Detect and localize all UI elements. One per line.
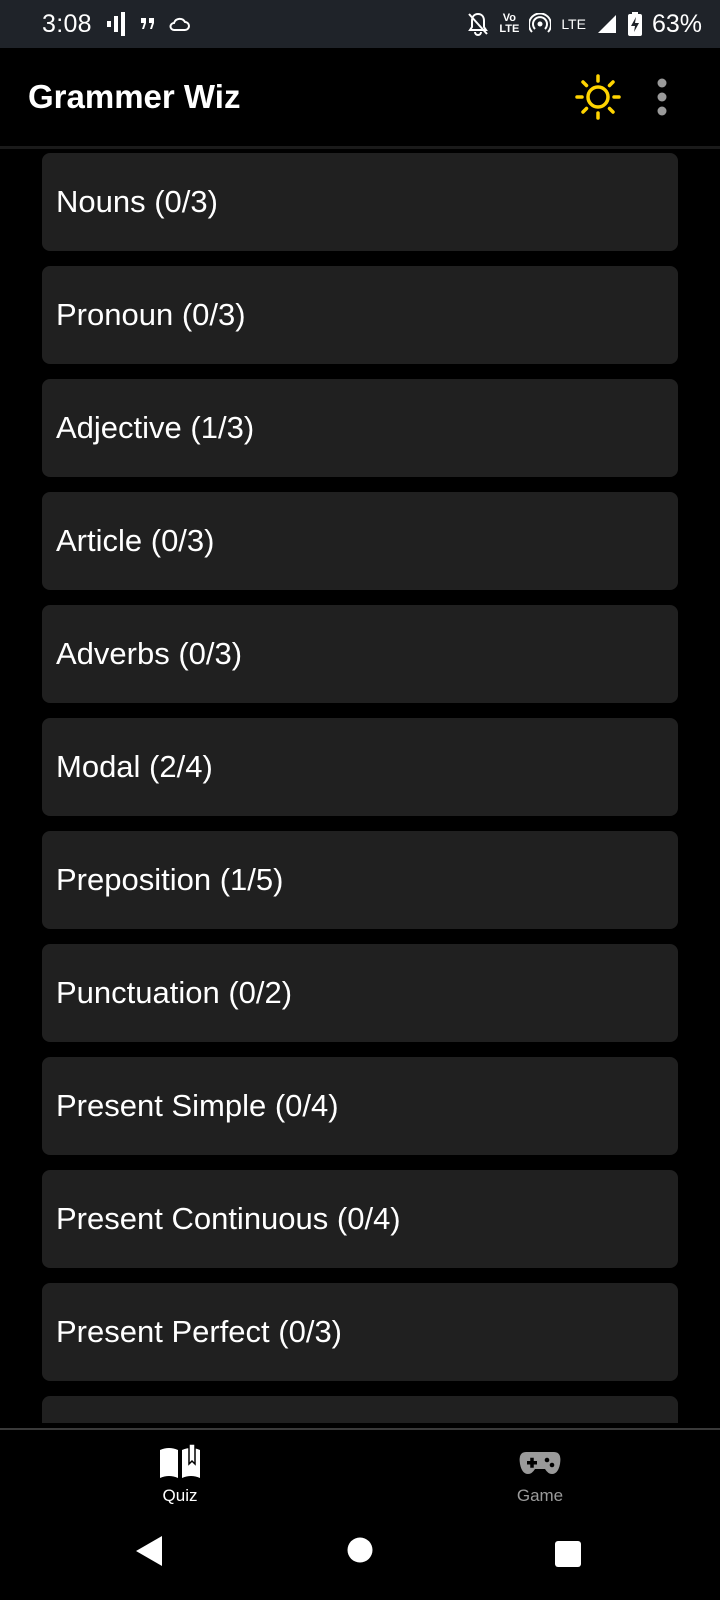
notifications-off-icon [468, 12, 489, 36]
topic-label: Pronoun (0/3) [56, 297, 246, 332]
topic-label: Modal (2/4) [56, 749, 213, 784]
bottom-navigation: Quiz Game [0, 1428, 720, 1512]
status-system-icons: Vo LTE LTE 63% [467, 10, 702, 39]
system-recents-button[interactable] [554, 1540, 582, 1573]
screen: 3:08 Vo LTE LTE 63% Grammer Wiz Nouns (0… [0, 0, 720, 1600]
status-time: 3:08 [42, 9, 92, 38]
topic-label: Present Continuous (0/4) [56, 1201, 401, 1236]
system-navigation-bar [0, 1512, 720, 1600]
topic-item[interactable]: Article (0/3) [42, 492, 678, 590]
topic-label: Adverbs (0/3) [56, 636, 243, 671]
hotspot-icon [529, 13, 552, 33]
topic-item[interactable] [42, 1396, 678, 1423]
system-back-button[interactable] [134, 1534, 164, 1573]
topic-label: Present Simple (0/4) [56, 1088, 339, 1123]
tab-game-label: Game [516, 1486, 564, 1505]
topic-label: Article (0/3) [56, 523, 215, 558]
cloud-icon [169, 17, 190, 31]
topic-item[interactable]: Adjective (1/3) [42, 379, 678, 477]
topic-item[interactable]: Present Simple (0/4) [42, 1057, 678, 1155]
app-title: Grammer Wiz [28, 78, 241, 115]
signal-stats-icon [106, 12, 125, 36]
topic-item[interactable]: Preposition (1/5) [42, 831, 678, 929]
tab-game[interactable]: Game [450, 1430, 630, 1514]
status-bar: 3:08 Vo LTE LTE 63% [0, 0, 720, 48]
more-options-button[interactable] [640, 73, 684, 121]
system-home-button[interactable] [346, 1536, 374, 1569]
volte-bottom-text: LTE [499, 23, 520, 35]
topic-label: Present Perfect (0/3) [56, 1314, 343, 1349]
book-open-icon [160, 1444, 200, 1478]
sun-icon [575, 74, 621, 120]
back-triangle-icon [136, 1536, 162, 1566]
topic-item[interactable]: Adverbs (0/3) [42, 605, 678, 703]
topic-label: Nouns (0/3) [56, 184, 218, 219]
topic-label: Punctuation (0/2) [56, 975, 293, 1010]
network-type-label: LTE [561, 16, 586, 32]
recents-square-icon [555, 1541, 581, 1567]
topic-item[interactable]: Present Perfect (0/3) [42, 1283, 678, 1381]
theme-toggle-button[interactable] [574, 73, 622, 121]
topic-list[interactable]: Nouns (0/3) Pronoun (0/3) Adjective (1/3… [0, 149, 720, 1423]
more-vert-icon [657, 78, 667, 116]
topic-item[interactable]: Punctuation (0/2) [42, 944, 678, 1042]
quote-icon [140, 18, 154, 29]
topic-label: Adjective (1/3) [56, 410, 255, 445]
home-circle-icon [347, 1537, 373, 1563]
topic-item[interactable]: Modal (2/4) [42, 718, 678, 816]
topic-item[interactable]: Pronoun (0/3) [42, 266, 678, 364]
status-notification-icons [106, 12, 190, 36]
tab-quiz-label: Quiz [162, 1486, 198, 1505]
battery-charging-icon [627, 12, 642, 36]
app-bar: Grammer Wiz [0, 48, 720, 146]
cell-signal-icon [597, 15, 616, 33]
battery-percent: 63% [651, 9, 702, 38]
topic-label: Preposition (1/5) [56, 862, 284, 897]
topic-item[interactable]: Present Continuous (0/4) [42, 1170, 678, 1268]
gamepad-icon [519, 1452, 561, 1474]
volte-indicator: Vo LTE [499, 13, 519, 35]
tab-quiz[interactable]: Quiz [90, 1430, 270, 1514]
topic-item[interactable]: Nouns (0/3) [42, 153, 678, 251]
